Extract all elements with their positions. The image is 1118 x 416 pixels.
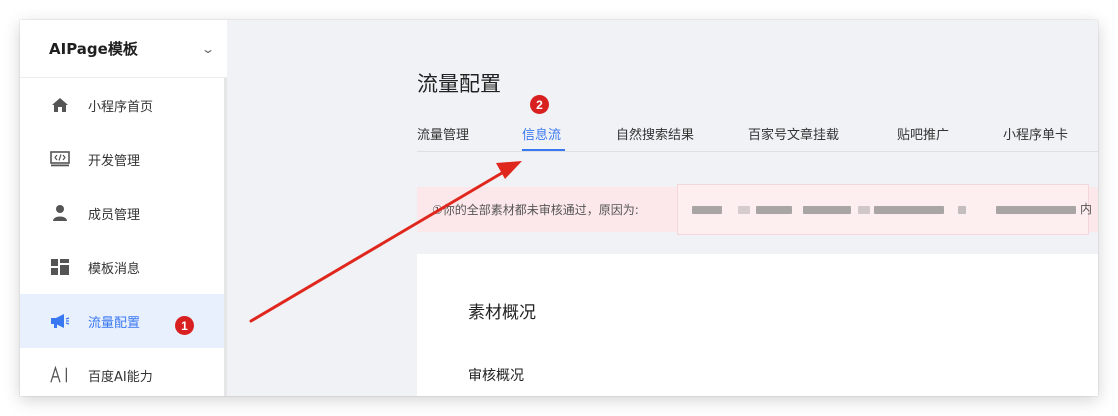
code-icon [50,149,70,169]
step-badge-1: 1 [175,316,194,335]
alert-message: ①你的全部素材都未审核通过，原因为: [432,203,639,217]
sidebar-item-members[interactable]: 成员管理 [20,186,227,240]
tab-mini-card[interactable]: 小程序单卡 [1003,124,1068,143]
app-title: AIPage模板 [49,40,138,58]
sidebar-item-traffic[interactable]: 流量配置 1 [20,294,227,348]
main-content: 流量配置 2 流量管理 信息流 自然搜索结果 百家号文章挂载 贴吧推广 小程序单… [227,20,1098,396]
sidebar-item-label: 百度AI能力 [88,369,153,385]
redacted-text [692,206,722,214]
redacted-text [803,206,851,214]
tab-baijiahao[interactable]: 百家号文章挂载 [748,124,839,143]
sidebar-item-template[interactable]: 模板消息 [20,240,227,294]
sidebar-item-ai[interactable]: 百度AI能力 [20,348,227,396]
page-title: 流量配置 [417,72,501,96]
chevron-down-icon[interactable]: ⌄ [201,42,215,56]
sidebar-item-label: 开发管理 [88,153,141,169]
user-icon [50,203,70,223]
sidebar-item-label: 模板消息 [88,261,141,277]
home-icon [50,95,70,115]
card-subtitle: 审核概况 [468,368,524,384]
template-icon [50,257,70,277]
tab-traffic-management[interactable]: 流量管理 [417,124,469,143]
app-switcher[interactable]: AIPage模板 ⌄ [20,20,227,78]
tab-natural-search[interactable]: 自然搜索结果 [616,124,694,143]
card-title: 素材概况 [468,303,536,323]
sidebar-item-home[interactable]: 小程序首页 [20,78,227,132]
sidebar-item-label: 成员管理 [88,207,141,223]
redacted-text [874,206,944,214]
review-alert: ①你的全部素材都未审核通过，原因为: 内 [417,184,1098,235]
step-badge-2: 2 [530,95,549,114]
megaphone-icon [50,311,70,331]
sidebar-item-label: 流量配置 [88,315,141,331]
alert-reason-box: 内 [677,184,1093,235]
sidebar: AIPage模板 ⌄ 小程序首页 开发管理 成员管理 模板消息 流量配置 1 百… [20,20,227,396]
redacted-text [738,206,750,214]
redacted-text [996,206,1076,214]
redacted-text [858,206,870,214]
redacted-text [958,206,966,214]
alert-trailing-text: 内 [1080,202,1093,216]
tab-active-indicator [522,149,565,151]
ai-icon [50,365,70,385]
tab-feed[interactable]: 信息流 [522,124,561,143]
app-window: AIPage模板 ⌄ 小程序首页 开发管理 成员管理 模板消息 流量配置 1 百… [20,20,1098,396]
material-overview-card: 素材概况 审核概况 [417,254,1098,396]
tab-bar: 流量管理 信息流 自然搜索结果 百家号文章挂载 贴吧推广 小程序单卡 [417,116,1098,152]
sidebar-item-label: 小程序首页 [88,99,154,115]
redacted-text [756,206,792,214]
sidebar-item-dev[interactable]: 开发管理 [20,132,227,186]
tab-tieba[interactable]: 贴吧推广 [897,124,949,143]
